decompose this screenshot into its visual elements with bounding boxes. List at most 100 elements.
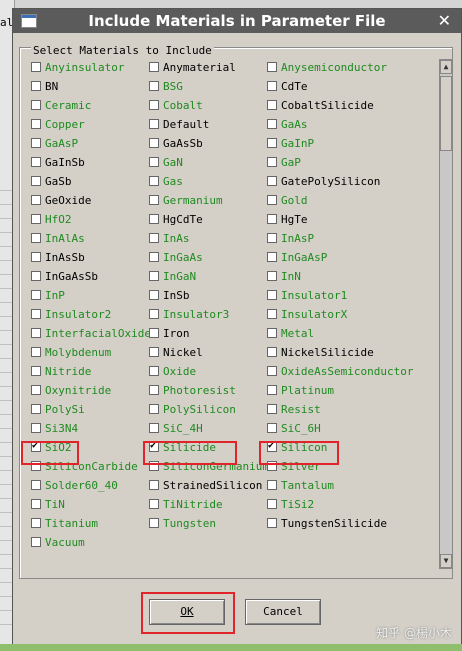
material-item-sic_4h[interactable]: SiC_4H xyxy=(149,420,203,436)
material-checkbox[interactable] xyxy=(267,423,277,433)
material-checkbox[interactable] xyxy=(149,271,159,281)
material-checkbox[interactable] xyxy=(31,328,41,338)
material-item-oxide[interactable]: Oxide xyxy=(149,363,196,379)
material-checkbox[interactable] xyxy=(267,328,277,338)
material-checkbox[interactable] xyxy=(31,195,41,205)
materials-scrollbar[interactable]: ▲ ▼ xyxy=(439,59,453,569)
material-checkbox[interactable] xyxy=(31,62,41,72)
material-checkbox[interactable] xyxy=(267,195,277,205)
material-item-hfo2[interactable]: HfO2 xyxy=(31,211,72,227)
material-item-sic_6h[interactable]: SiC_6H xyxy=(267,420,321,436)
material-checkbox[interactable] xyxy=(149,290,159,300)
material-checkbox[interactable] xyxy=(149,385,159,395)
material-checkbox[interactable] xyxy=(149,328,159,338)
material-checkbox[interactable] xyxy=(267,440,277,452)
material-checkbox[interactable] xyxy=(267,176,277,186)
material-checkbox[interactable] xyxy=(31,461,41,471)
material-item-bn[interactable]: BN xyxy=(31,78,58,94)
material-checkbox[interactable] xyxy=(149,214,159,224)
close-icon[interactable]: ✕ xyxy=(438,11,451,30)
material-checkbox[interactable] xyxy=(149,157,159,167)
material-checkbox[interactable] xyxy=(149,366,159,376)
material-item-polysi[interactable]: PolySi xyxy=(31,401,85,417)
material-item-tisi2[interactable]: TiSi2 xyxy=(267,496,314,512)
material-item-titanium[interactable]: Titanium xyxy=(31,515,98,531)
material-checkbox[interactable] xyxy=(31,366,41,376)
material-checkbox[interactable] xyxy=(31,423,41,433)
material-checkbox[interactable] xyxy=(149,119,159,129)
material-item-silicide[interactable]: Silicide xyxy=(149,439,216,455)
material-checkbox[interactable] xyxy=(31,404,41,414)
material-item-nickel[interactable]: Nickel xyxy=(149,344,203,360)
material-checkbox[interactable] xyxy=(31,347,41,357)
material-checkbox[interactable] xyxy=(267,366,277,376)
material-item-silicon[interactable]: Silicon xyxy=(267,439,327,455)
material-item-anysemiconductor[interactable]: Anysemiconductor xyxy=(267,59,387,75)
material-checkbox[interactable] xyxy=(267,518,277,528)
material-item-silicongermanium[interactable]: SiliconGermanium xyxy=(149,458,269,474)
material-checkbox[interactable] xyxy=(149,518,159,528)
material-checkbox[interactable] xyxy=(149,347,159,357)
material-checkbox[interactable] xyxy=(31,271,41,281)
material-checkbox[interactable] xyxy=(31,81,41,91)
material-item-gatepolysilicon[interactable]: GatePolySilicon xyxy=(267,173,380,189)
material-checkbox[interactable] xyxy=(149,176,159,186)
material-checkbox[interactable] xyxy=(149,404,159,414)
material-item-gold[interactable]: Gold xyxy=(267,192,308,208)
material-checkbox[interactable] xyxy=(31,233,41,243)
material-checkbox[interactable] xyxy=(149,62,159,72)
scrollbar-thumb[interactable] xyxy=(440,76,452,151)
material-checkbox[interactable] xyxy=(31,252,41,262)
material-item-ingaassb[interactable]: InGaAsSb xyxy=(31,268,98,284)
material-checkbox[interactable] xyxy=(149,499,159,509)
material-checkbox[interactable] xyxy=(149,423,159,433)
material-item-ingaas[interactable]: InGaAs xyxy=(149,249,203,265)
material-item-gas[interactable]: Gas xyxy=(149,173,183,189)
material-checkbox[interactable] xyxy=(267,404,277,414)
material-checkbox[interactable] xyxy=(149,480,159,490)
material-item-inp[interactable]: InP xyxy=(31,287,65,303)
material-item-ingan[interactable]: InGaN xyxy=(149,268,196,284)
material-item-vacuum[interactable]: Vacuum xyxy=(31,534,85,550)
material-checkbox[interactable] xyxy=(267,499,277,509)
material-checkbox[interactable] xyxy=(31,176,41,186)
material-checkbox[interactable] xyxy=(149,100,159,110)
material-item-geoxide[interactable]: GeOxide xyxy=(31,192,91,208)
material-item-inn[interactable]: InN xyxy=(267,268,301,284)
material-checkbox[interactable] xyxy=(31,290,41,300)
material-item-inalas[interactable]: InAlAs xyxy=(31,230,85,246)
material-item-germanium[interactable]: Germanium xyxy=(149,192,223,208)
material-item-ingaasp[interactable]: InGaAsP xyxy=(267,249,327,265)
material-item-nitride[interactable]: Nitride xyxy=(31,363,91,379)
material-item-bsg[interactable]: BSG xyxy=(149,78,183,94)
material-checkbox[interactable] xyxy=(149,138,159,148)
material-checkbox[interactable] xyxy=(149,440,159,452)
material-item-sio2[interactable]: SiO2 xyxy=(31,439,72,455)
material-checkbox[interactable] xyxy=(267,214,277,224)
material-item-tungsten[interactable]: Tungsten xyxy=(149,515,216,531)
material-item-solder60_40[interactable]: Solder60_40 xyxy=(31,477,118,493)
material-checkbox[interactable] xyxy=(149,233,159,243)
material-item-oxideassemiconductor[interactable]: OxideAsSemiconductor xyxy=(267,363,413,379)
material-item-gasb[interactable]: GaSb xyxy=(31,173,72,189)
material-checkbox[interactable] xyxy=(31,138,41,148)
material-checkbox[interactable] xyxy=(31,119,41,129)
material-checkbox[interactable] xyxy=(267,347,277,357)
material-checkbox[interactable] xyxy=(267,157,277,167)
material-item-copper[interactable]: Copper xyxy=(31,116,85,132)
material-item-tin[interactable]: TiN xyxy=(31,496,65,512)
material-item-cobaltsilicide[interactable]: CobaltSilicide xyxy=(267,97,374,113)
material-item-silver[interactable]: Silver xyxy=(267,458,321,474)
material-item-default[interactable]: Default xyxy=(149,116,209,132)
material-checkbox[interactable] xyxy=(267,138,277,148)
material-checkbox[interactable] xyxy=(267,271,277,281)
cancel-button[interactable]: Cancel xyxy=(245,599,321,625)
material-item-gainsb[interactable]: GaInSb xyxy=(31,154,85,170)
material-checkbox[interactable] xyxy=(267,252,277,262)
material-item-insulator2[interactable]: Insulator2 xyxy=(31,306,111,322)
material-item-polysilicon[interactable]: PolySilicon xyxy=(149,401,236,417)
scroll-up-arrow-icon[interactable]: ▲ xyxy=(440,60,452,74)
material-item-nickelsilicide[interactable]: NickelSilicide xyxy=(267,344,374,360)
material-item-molybdenum[interactable]: Molybdenum xyxy=(31,344,111,360)
material-item-metal[interactable]: Metal xyxy=(267,325,314,341)
